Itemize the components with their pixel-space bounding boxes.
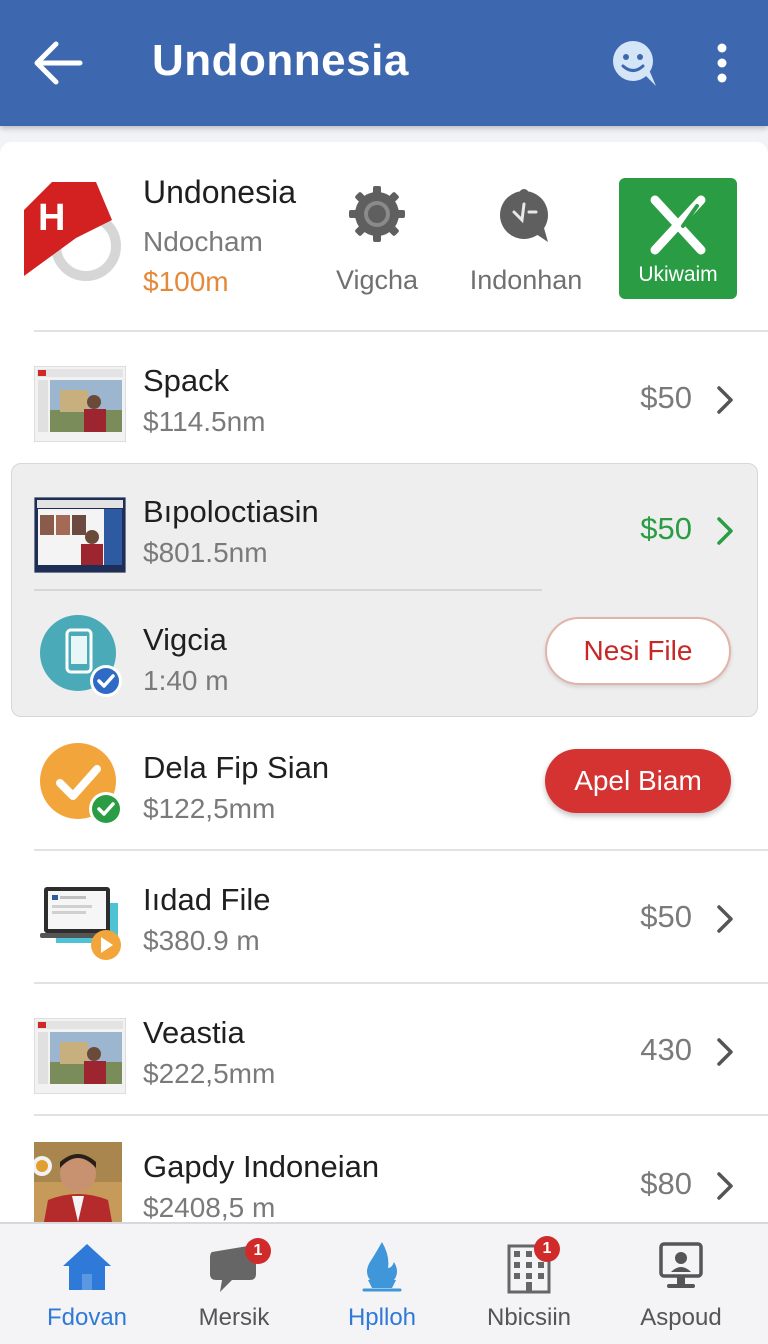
item-subtitle: $380.9 m [143, 925, 260, 956]
divider [34, 982, 768, 984]
avatar-thumbnail [34, 1142, 122, 1222]
item-subtitle: $222,5mm [143, 1058, 276, 1089]
item-price: $50 [640, 380, 692, 415]
item-title: Iıdad File [143, 882, 271, 917]
list-item-spack[interactable]: Spack $114.5nm $50 [0, 336, 768, 468]
nav-label: Mersik [198, 1304, 270, 1331]
vigcha-label: Vigcha [335, 265, 419, 295]
gear-icon [349, 186, 405, 242]
item-price: $50 [640, 899, 692, 934]
x-check-icon [650, 195, 706, 255]
divider [34, 330, 768, 332]
header-subtitle: Ndocham [143, 226, 263, 257]
svg-text:H: H [38, 197, 65, 239]
profile-header: H Undonesia Ndocham $100m Vigcha Indonha… [0, 142, 768, 330]
divider [34, 849, 768, 851]
more-options-icon[interactable] [706, 38, 738, 88]
notification-badge: 1 [534, 1236, 560, 1262]
back-arrow-icon[interactable] [30, 38, 84, 88]
item-price: $50 [640, 511, 692, 546]
item-title: Spack [143, 363, 230, 398]
monitor-icon [659, 1242, 703, 1288]
nesi-file-button[interactable]: Nesi File [545, 617, 731, 685]
nav-label: Fdovan [46, 1304, 128, 1331]
item-title: Dela Fip Sian [143, 750, 330, 785]
list-item-veastia[interactable]: Veastia $222,5mm 430 [0, 988, 768, 1120]
list-item-gapdy-indoneian[interactable]: Gapdy Indoneian $2408,5 m $80 [0, 1122, 768, 1222]
brand-logo-icon: H [24, 182, 121, 281]
support-agent-icon [500, 189, 548, 242]
apel-biam-button[interactable]: Apel Biam [545, 749, 731, 813]
item-title: Vigcia [143, 622, 227, 657]
list-item-idad-file[interactable]: Iıdad File $380.9 m $50 [0, 855, 768, 987]
page-title: Undonnesia [152, 36, 409, 85]
ukiwaim-label: Ukiwaim [638, 263, 718, 286]
nav-item-aspoud[interactable]: Aspoud [606, 1224, 756, 1344]
video-thumbnail [34, 497, 126, 573]
item-title: Gapdy Indoneian [143, 1149, 380, 1184]
nav-label: Aspoud [640, 1304, 722, 1331]
item-subtitle: 1:40 m [143, 665, 229, 696]
ukiwaim-button[interactable]: Ukiwaim [619, 178, 737, 299]
nav-item-mersik[interactable]: 1 Mersik [159, 1224, 309, 1344]
nav-item-nbicsiin[interactable]: 1 Nbicsiin [454, 1224, 604, 1344]
content-card: H Undonesia Ndocham $100m Vigcha Indonha… [0, 142, 768, 1222]
home-icon [63, 1244, 111, 1290]
nav-item-fdovan[interactable]: Fdovan [12, 1224, 162, 1344]
nav-label: Nbicsiin [486, 1304, 572, 1331]
bottom-navigation: Fdovan 1 Mersik Hplloh 1 Nbicsiin Aspoud [0, 1222, 768, 1344]
header-name: Undonesia [143, 174, 296, 210]
item-subtitle: $122,5mm [143, 793, 276, 824]
list-item-dela-fip-sian[interactable]: Dela Fip Sian $122,5mm Apel Biam [0, 723, 768, 855]
notification-badge: 1 [245, 1238, 271, 1264]
smiley-chat-icon[interactable] [608, 36, 662, 90]
phone-icon [40, 615, 122, 697]
list-item-bipoloctiasin[interactable]: Bıpoloctiasin $801.5nm $50 [0, 467, 768, 599]
nav-label: Hplloh [347, 1304, 417, 1331]
item-subtitle: $2408,5 m [143, 1192, 276, 1222]
chevron-right-icon [717, 517, 733, 545]
item-subtitle: $114.5nm [143, 406, 266, 437]
chevron-right-icon [717, 1038, 733, 1066]
header-price: $100m [143, 266, 229, 297]
chevron-right-icon [717, 905, 733, 933]
divider [34, 1114, 768, 1116]
vigcha-action[interactable]: Vigcha [334, 184, 420, 296]
indonhan-label: Indonhan [469, 265, 583, 295]
list-item-vigcia[interactable]: Vigcia 1:40 m Nesi File [0, 595, 768, 727]
item-title: Bıpoloctiasin [143, 494, 319, 529]
nav-item-hplloh[interactable]: Hplloh [307, 1224, 457, 1344]
item-subtitle: $801.5nm [143, 537, 268, 568]
item-price: 430 [640, 1032, 692, 1067]
app-bar: Undonnesia [0, 0, 768, 126]
laptop-video-icon [40, 887, 121, 960]
flame-icon [362, 1242, 402, 1292]
item-title: Veastia [143, 1015, 245, 1050]
video-thumbnail [34, 366, 126, 442]
indonhan-action[interactable]: Indonhan [466, 184, 586, 296]
item-price: $80 [640, 1166, 692, 1201]
check-circle-icon [40, 743, 123, 826]
divider [34, 589, 542, 591]
chevron-right-icon [717, 1172, 733, 1200]
chevron-right-icon [717, 386, 733, 414]
video-thumbnail [34, 1018, 126, 1094]
